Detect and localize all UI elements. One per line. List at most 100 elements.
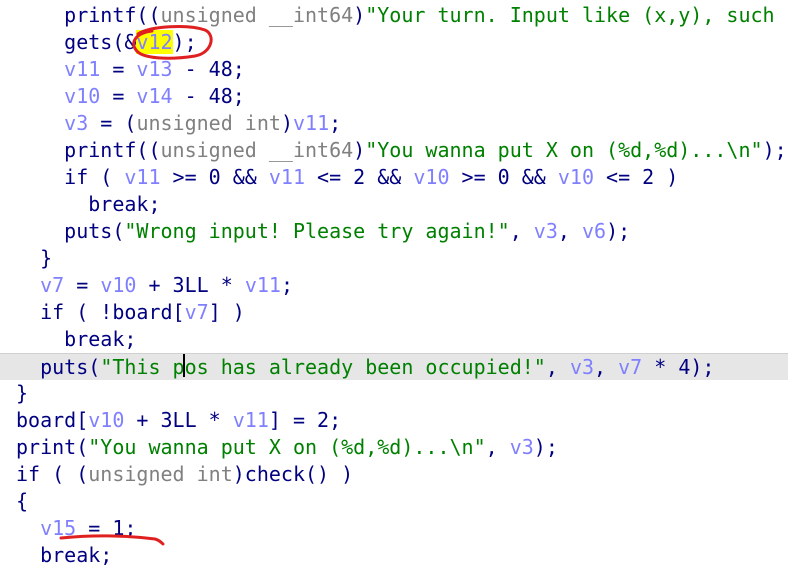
variable-token[interactable]: v13 xyxy=(136,57,172,81)
code-line[interactable]: break; xyxy=(0,326,788,353)
code-line[interactable]: v15 = 1; xyxy=(0,515,788,542)
code-line-content: break; xyxy=(0,192,161,216)
variable-token[interactable]: v11 xyxy=(293,111,329,135)
code-token: printf(( xyxy=(64,3,161,27)
code-token: = 1; xyxy=(76,516,137,540)
variable-token[interactable]: v11 xyxy=(245,273,281,297)
code-token: break; xyxy=(88,192,161,216)
code-token: print( xyxy=(16,435,89,459)
code-token: ) xyxy=(280,111,293,135)
variable-token[interactable]: v11 xyxy=(64,57,100,81)
code-line[interactable]: puts("Wrong input! Please try again!", v… xyxy=(0,218,788,245)
variable-token[interactable]: v10 xyxy=(100,273,136,297)
variable-token[interactable]: v3 xyxy=(510,435,534,459)
code-line-content: puts("Wrong input! Please try again!", v… xyxy=(0,219,630,243)
code-line-content: printf((unsigned __int64)"You wanna put … xyxy=(0,138,786,162)
code-token: - 48; xyxy=(172,57,245,81)
code-token: board[ xyxy=(16,408,89,432)
variable-token[interactable]: v10 xyxy=(64,84,100,108)
code-line[interactable]: if ( v11 >= 0 && v11 <= 2 && v10 >= 0 &&… xyxy=(0,164,788,191)
code-line[interactable]: } xyxy=(0,245,788,272)
code-line-content: v10 = v14 - 48; xyxy=(0,84,245,108)
variable-token[interactable]: v15 xyxy=(40,516,76,540)
code-token: break; xyxy=(40,543,113,567)
code-token: = xyxy=(100,57,137,81)
variable-token[interactable]: v7 xyxy=(40,273,64,297)
code-line-content: v11 = v13 - 48; xyxy=(0,57,245,81)
code-token: >= 0 && xyxy=(449,165,558,189)
code-token: if ( xyxy=(64,165,125,189)
text-caret xyxy=(183,354,185,377)
code-token: puts( xyxy=(40,355,101,379)
code-line[interactable]: break; xyxy=(0,191,788,218)
variable-token[interactable]: v3 xyxy=(570,355,594,379)
variable-token[interactable]: v7 xyxy=(185,300,209,324)
code-line-content: { xyxy=(0,489,28,513)
code-token: <= 2 ) xyxy=(594,165,679,189)
code-line[interactable]: v7 = v10 + 3LL * v11; xyxy=(0,272,788,299)
variable-token[interactable]: v14 xyxy=(136,84,172,108)
variable-token[interactable]: v3 xyxy=(534,219,558,243)
code-line[interactable]: printf((unsigned __int64)"Your turn. Inp… xyxy=(0,2,788,29)
code-token: , xyxy=(485,435,510,459)
code-line[interactable]: } xyxy=(0,380,788,407)
code-token: puts( xyxy=(64,219,125,243)
code-token: if ( !board[ xyxy=(40,300,185,324)
code-token: } xyxy=(40,246,53,270)
variable-token[interactable]: v10 xyxy=(558,165,594,189)
code-token: <= 2 && xyxy=(305,165,414,189)
code-line[interactable]: v3 = (unsigned int)v11; xyxy=(0,110,788,137)
code-line-content: v15 = 1; xyxy=(0,516,136,540)
code-token: ); xyxy=(172,30,197,54)
variable-token[interactable]: v11 xyxy=(269,165,305,189)
code-token: + 3LL * xyxy=(136,273,245,297)
code-token: gets(& xyxy=(64,30,137,54)
cast-type-token: unsigned int xyxy=(136,111,281,135)
code-token: = xyxy=(100,84,137,108)
code-line[interactable]: gets(&v12); xyxy=(0,29,788,56)
pseudocode-editor[interactable]: printf((unsigned __int64)"Your turn. Inp… xyxy=(0,0,788,575)
cast-type-token: unsigned __int64 xyxy=(160,3,354,27)
code-line[interactable]: if ( (unsigned int)check() ) xyxy=(0,461,788,488)
code-token: = xyxy=(64,273,101,297)
code-line[interactable]: if ( !board[v7] ) xyxy=(0,299,788,326)
string-literal: "You wanna put X on (%d,%d)...\n" xyxy=(365,138,763,162)
variable-token[interactable]: v10 xyxy=(413,165,449,189)
code-token: { xyxy=(16,489,29,513)
variable-token[interactable]: v6 xyxy=(582,219,606,243)
code-token: = ( xyxy=(88,111,137,135)
variable-token[interactable]: v7 xyxy=(618,355,642,379)
variable-token[interactable]: v10 xyxy=(88,408,124,432)
code-token: } xyxy=(16,381,29,405)
code-token: ] = 2; xyxy=(268,408,342,432)
variable-token[interactable]: v11 xyxy=(233,408,269,432)
code-line[interactable]: print("You wanna put X on (%d,%d)...\n",… xyxy=(0,434,788,461)
cast-type-token: unsigned __int64 xyxy=(160,138,354,162)
code-line-content: if ( !board[v7] ) xyxy=(0,300,245,324)
code-token: ; xyxy=(280,273,293,297)
code-token: + 3LL * xyxy=(124,408,233,432)
code-line[interactable]: break; xyxy=(0,542,788,569)
code-token: ); xyxy=(533,435,558,459)
highlighted-variable[interactable]: v12 xyxy=(136,30,173,54)
code-line[interactable]: v11 = v13 - 48; xyxy=(0,56,788,83)
variable-token[interactable]: v3 xyxy=(64,111,88,135)
code-line-current[interactable]: puts("This pos has already been occupied… xyxy=(0,353,788,380)
variable-token[interactable]: v11 xyxy=(124,165,160,189)
code-line[interactable]: { xyxy=(0,488,788,515)
code-line[interactable]: board[v10 + 3LL * v11] = 2; xyxy=(0,407,788,434)
code-line[interactable]: v10 = v14 - 48; xyxy=(0,83,788,110)
code-token: ) xyxy=(353,3,366,27)
code-line-content: if ( v11 >= 0 && v11 <= 2 && v10 >= 0 &&… xyxy=(0,165,678,189)
code-line-content: print("You wanna put X on (%d,%d)...\n",… xyxy=(0,435,558,459)
code-line[interactable]: printf((unsigned __int64)"You wanna put … xyxy=(0,137,788,164)
